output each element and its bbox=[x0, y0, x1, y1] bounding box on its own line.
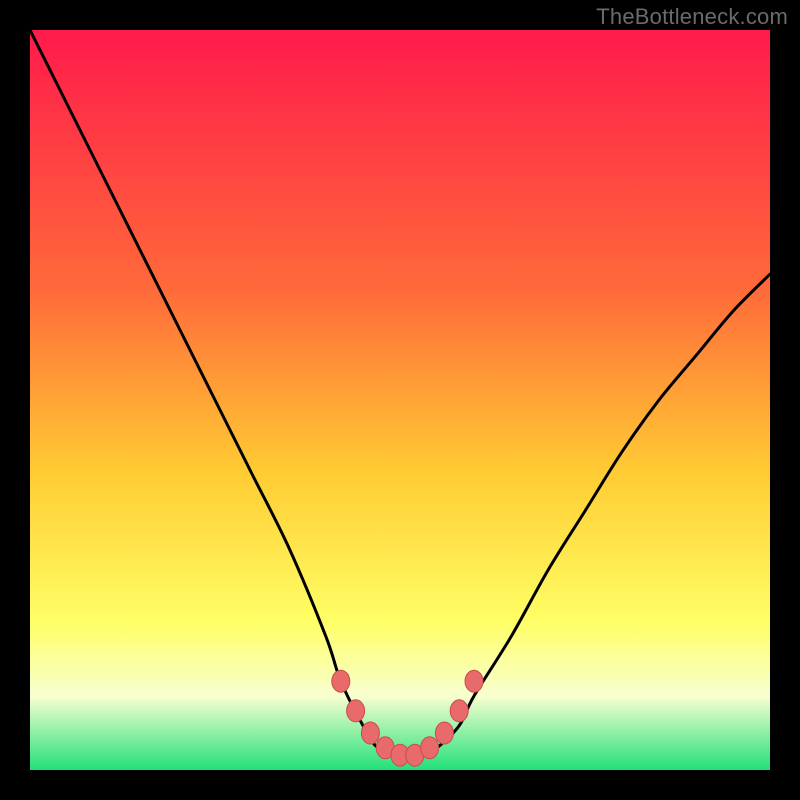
curve-marker bbox=[347, 700, 365, 722]
curve-marker bbox=[450, 700, 468, 722]
curve-markers bbox=[332, 670, 483, 766]
bottleneck-curve bbox=[30, 30, 770, 756]
curve-marker bbox=[332, 670, 350, 692]
watermark-text: TheBottleneck.com bbox=[596, 4, 788, 30]
curve-marker bbox=[465, 670, 483, 692]
curve-marker bbox=[361, 722, 379, 744]
chart-svg bbox=[30, 30, 770, 770]
plot-area bbox=[30, 30, 770, 770]
chart-frame: TheBottleneck.com bbox=[0, 0, 800, 800]
curve-marker bbox=[435, 722, 453, 744]
curve-marker bbox=[421, 737, 439, 759]
